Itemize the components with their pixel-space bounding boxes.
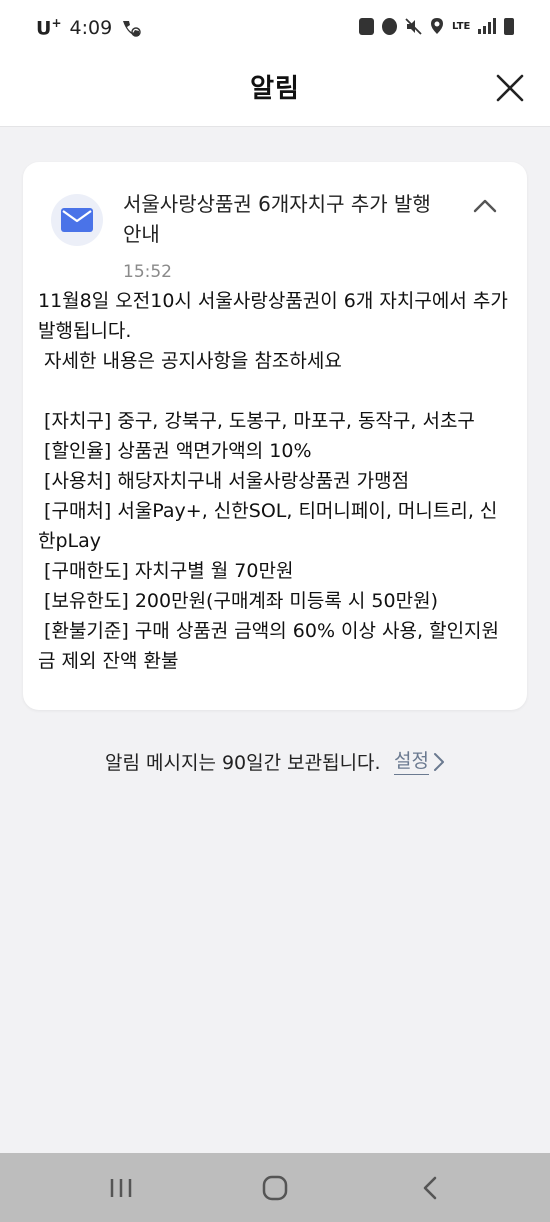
page-title: 알림 [250, 74, 300, 104]
body-line: [사용처] 해당자치구내 서울사랑상품권 가맹점 [38, 470, 410, 492]
carrier-label: U+ [36, 16, 62, 39]
settings-label: 설정 [394, 748, 429, 775]
chevron-up-icon [473, 199, 497, 213]
close-button[interactable] [494, 72, 526, 104]
body-line: 자세한 내용은 공지사항을 참조하세요 [38, 350, 342, 372]
notification-body: 11월8일 오전10시 서울사랑상품권이 6개 자치구에서 추가 발행됩니다. … [38, 286, 508, 676]
body-line: ​ [38, 376, 508, 406]
close-icon [496, 74, 524, 102]
status-right: LTE [359, 17, 514, 35]
signal-bar [478, 29, 481, 34]
body-line: [할인율] 상품권 액면가액의 10% [38, 440, 312, 462]
header: 알림 [0, 56, 550, 127]
signal-bar [483, 26, 486, 34]
recent-apps-icon [110, 1179, 132, 1197]
notification-time: 15:52 [123, 262, 172, 282]
back-icon [423, 1176, 437, 1200]
retention-notice: 알림 메시지는 90일간 보관됩니다. [105, 752, 381, 774]
body-line: [구매한도] 자치구별 월 70만원 [38, 560, 294, 582]
collapse-button[interactable] [471, 192, 499, 220]
body-line: [자치구] 중구, 강북구, 도봉구, 마포구, 동작구, 서초구 [38, 410, 475, 432]
no-call-icon [123, 20, 141, 37]
battery-icon [504, 17, 514, 35]
signal-icon [478, 18, 496, 34]
notification-title: 서울사랑상품권 6개자치구 추가 발행 안내 [123, 192, 431, 246]
home-button[interactable] [255, 1171, 295, 1205]
status-left: U+ 4:09 [36, 16, 142, 39]
status-time: 4:09 [69, 16, 113, 39]
body-line: [구매처] 서울Pay+, 신한SOL, 티머니페이, 머니트리, 신한pLay [38, 500, 498, 552]
recent-apps-button[interactable] [101, 1171, 141, 1205]
location-icon [431, 18, 443, 34]
settings-link[interactable]: 설정 [394, 748, 446, 775]
signal-bar [493, 18, 496, 34]
body-line: [환불기준] 구매 상품권 금액의 60% 이상 사용, 할인지원금 제외 잔액… [38, 620, 500, 672]
lte-label: LTE [452, 20, 471, 32]
alarm-icon [382, 17, 397, 35]
notification-card[interactable]: 서울사랑상품권 6개자치구 추가 발행 안내 15:52 11월8일 오전10시… [23, 162, 527, 710]
mail-avatar [51, 194, 103, 246]
signal-bar [488, 22, 491, 34]
mute-icon [405, 17, 422, 35]
home-icon [262, 1175, 288, 1201]
chevron-right-icon [433, 752, 444, 771]
body-line: 11월8일 오전10시 서울사랑상품권이 6개 자치구에서 추가 발행됩니다. [38, 290, 514, 342]
battery-saver-icon [359, 17, 374, 35]
navigation-bar [0, 1153, 550, 1222]
status-bar: U+ 4:09 LTE [0, 0, 550, 56]
carrier-name: U [36, 17, 52, 40]
back-button[interactable] [410, 1171, 450, 1205]
mail-icon [61, 208, 93, 232]
carrier-plus: + [51, 16, 62, 30]
body-line: [보유한도] 200만원(구매계좌 미등록 시 50만원) [38, 590, 438, 612]
